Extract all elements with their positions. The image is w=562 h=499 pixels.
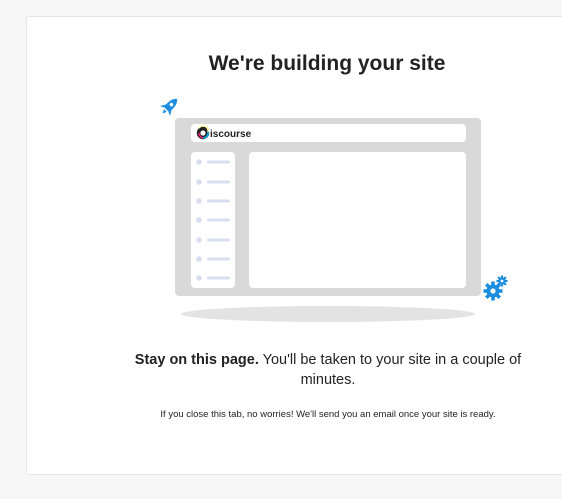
- gears-icon: [483, 275, 508, 301]
- stay-on-page-message: Stay on this page. You'll be taken to yo…: [132, 350, 524, 390]
- stay-on-page-bold: Stay on this page.: [134, 352, 259, 368]
- redirect-explanation: You'll be taken to your site in a couple…: [258, 352, 522, 388]
- rocket-icon: [160, 98, 178, 116]
- email-notice: If you close this tab, no worries! We'll…: [160, 409, 496, 420]
- discourse-wordmark: iscourse: [210, 129, 252, 140]
- browser-shadow: [181, 306, 475, 322]
- site-building-illustration: iscourse: [160, 98, 508, 322]
- content-panel: [249, 152, 466, 288]
